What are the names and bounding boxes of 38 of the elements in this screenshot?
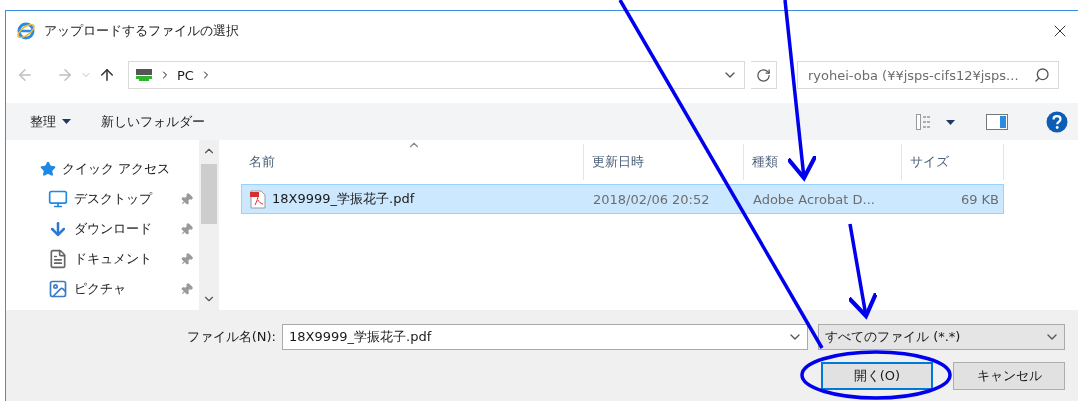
help-icon[interactable] <box>1046 110 1068 133</box>
star-icon <box>40 161 56 177</box>
scrollbar[interactable] <box>199 140 219 310</box>
sidebar-item[interactable]: ダウンロード <box>18 214 199 244</box>
column-header[interactable]: 更新日時 <box>584 144 744 180</box>
sidebar-item[interactable]: デスクトップ <box>18 184 199 214</box>
cancel-button[interactable]: キャンセル <box>953 362 1065 390</box>
sidebar-item[interactable]: ドキュメント <box>18 244 199 274</box>
up-button[interactable] <box>98 66 116 84</box>
column-header[interactable]: 名前 <box>241 144 584 180</box>
file-row[interactable]: 18X9999_学振花子.pdf 2018/02/06 20:52 Adobe Acrobat D... 69 KB <box>241 184 1004 214</box>
caret-icon <box>62 119 71 124</box>
picture-icon <box>48 279 68 299</box>
browser-logo-icon <box>16 21 36 41</box>
window-title: アップロードするファイルの選択 <box>44 22 240 40</box>
desktop-icon <box>48 189 68 209</box>
document-icon <box>48 249 68 269</box>
open-button[interactable]: 開く(O) <box>821 362 933 390</box>
preview-pane-icon[interactable] <box>986 113 1008 130</box>
filename-label: ファイル名(N): <box>186 328 276 346</box>
sidebar-item[interactable]: ピクチャ <box>18 274 199 304</box>
search-field[interactable]: ryohei-oba (¥¥jsps-cifs12¥jsps... <box>797 61 1059 89</box>
breadcrumb[interactable]: PC <box>177 67 194 83</box>
file-type-dropdown[interactable]: すべてのファイル (*.*) <box>818 324 1065 350</box>
refresh-icon <box>756 67 771 83</box>
sidebar-item[interactable]: クイック アクセス <box>18 154 199 184</box>
column-header[interactable]: サイズ <box>902 144 1004 180</box>
address-field[interactable]: PC <box>128 61 745 89</box>
download-icon <box>48 219 68 239</box>
refresh-button[interactable] <box>751 61 777 89</box>
pdf-icon <box>250 189 266 209</box>
computer-icon <box>135 68 153 82</box>
column-header[interactable]: 種類 <box>744 144 902 180</box>
organize-menu-button[interactable]: 整理 <box>30 112 71 131</box>
filename-field[interactable]: 18X9999_学振花子.pdf <box>282 324 808 350</box>
search-icon <box>1034 67 1050 83</box>
view-options-icon[interactable] <box>916 113 956 130</box>
new-folder-button[interactable]: 新しいフォルダー <box>101 112 205 131</box>
